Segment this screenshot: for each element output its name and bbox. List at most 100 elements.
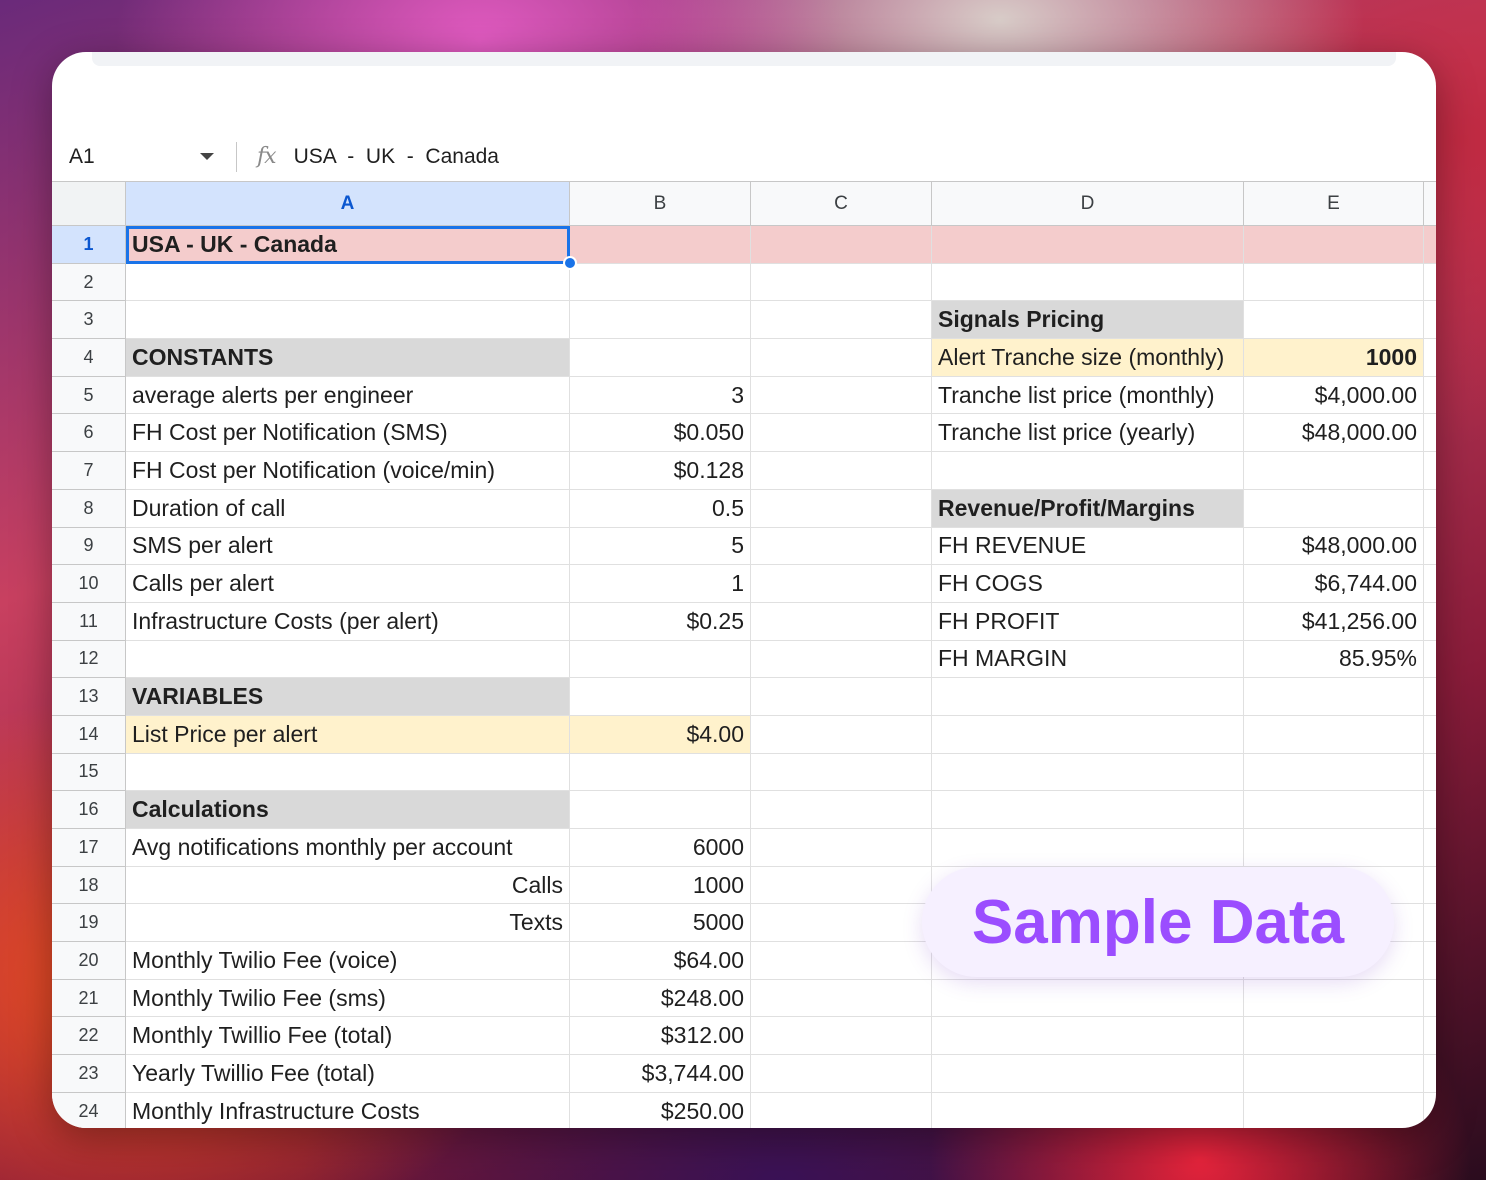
row-header[interactable]: 23 bbox=[52, 1055, 126, 1093]
row-header[interactable]: 8 bbox=[52, 489, 126, 528]
row-header[interactable]: 24 bbox=[52, 1092, 126, 1128]
formula-input[interactable]: USA - UK - Canada bbox=[294, 145, 499, 169]
row-header[interactable]: 1 bbox=[52, 226, 126, 264]
cell-a[interactable] bbox=[126, 301, 570, 340]
cell-e[interactable]: $6,744.00 bbox=[1244, 565, 1424, 603]
cell-e[interactable]: 85.95% bbox=[1244, 640, 1424, 679]
cell-e[interactable] bbox=[1244, 301, 1424, 340]
cell-d[interactable] bbox=[932, 226, 1244, 264]
cell-e[interactable]: $48,000.00 bbox=[1244, 414, 1424, 453]
cell-b[interactable]: $4.00 bbox=[570, 715, 751, 754]
cell-b[interactable]: $248.00 bbox=[570, 979, 751, 1018]
cell-a[interactable] bbox=[126, 640, 570, 679]
cell-d[interactable]: Revenue/Profit/Margins bbox=[932, 489, 1244, 528]
cell-a[interactable]: Monthly Twilio Fee (sms) bbox=[126, 979, 570, 1018]
cell-c[interactable] bbox=[751, 678, 932, 716]
row-header[interactable]: 13 bbox=[52, 678, 126, 716]
cell-b[interactable]: 1 bbox=[570, 565, 751, 603]
cell-e[interactable] bbox=[1244, 263, 1424, 302]
row-header[interactable]: 11 bbox=[52, 602, 126, 641]
cell-d[interactable]: Tranche list price (yearly) bbox=[932, 414, 1244, 453]
cell-b[interactable]: $3,744.00 bbox=[570, 1055, 751, 1093]
cell-d[interactable]: FH REVENUE bbox=[932, 527, 1244, 566]
cell-d[interactable] bbox=[932, 1055, 1244, 1093]
cell-a[interactable]: FH Cost per Notification (SMS) bbox=[126, 414, 570, 453]
cell-d[interactable]: FH PROFIT bbox=[932, 602, 1244, 641]
cell-b[interactable]: $312.00 bbox=[570, 1017, 751, 1056]
cell-d[interactable] bbox=[932, 715, 1244, 754]
cell-b[interactable]: 0.5 bbox=[570, 489, 751, 528]
column-header-d[interactable]: D bbox=[932, 182, 1244, 226]
chevron-down-icon[interactable] bbox=[200, 153, 214, 160]
cell-a[interactable]: SMS per alert bbox=[126, 527, 570, 566]
cell-b[interactable] bbox=[570, 678, 751, 716]
select-all-corner[interactable] bbox=[52, 182, 126, 226]
cell-b[interactable]: 1000 bbox=[570, 866, 751, 905]
cell-d[interactable] bbox=[932, 678, 1244, 716]
cell-b[interactable] bbox=[570, 301, 751, 340]
cell-a[interactable]: Avg notifications monthly per account bbox=[126, 829, 570, 867]
cell-e[interactable] bbox=[1244, 753, 1424, 792]
cell-b[interactable]: 3 bbox=[570, 376, 751, 415]
cell-a[interactable]: Monthly Twillio Fee (total) bbox=[126, 1017, 570, 1056]
cell-c[interactable] bbox=[751, 1017, 932, 1056]
cell-e[interactable] bbox=[1244, 715, 1424, 754]
cell-c[interactable] bbox=[751, 1092, 932, 1128]
cell-b[interactable] bbox=[570, 640, 751, 679]
cell-e[interactable] bbox=[1244, 678, 1424, 716]
column-header-c[interactable]: C bbox=[751, 182, 932, 226]
cell-e[interactable]: 1000 bbox=[1244, 339, 1424, 377]
cell-a[interactable]: Monthly Infrastructure Costs bbox=[126, 1092, 570, 1128]
cell-b[interactable] bbox=[570, 791, 751, 829]
cell-a[interactable]: Calls bbox=[126, 866, 570, 905]
cell-a[interactable]: Yearly Twillio Fee (total) bbox=[126, 1055, 570, 1093]
cell-e[interactable] bbox=[1244, 1055, 1424, 1093]
row-header[interactable]: 5 bbox=[52, 376, 126, 415]
cell-c[interactable] bbox=[751, 640, 932, 679]
cell-e[interactable] bbox=[1244, 489, 1424, 528]
row-header[interactable]: 9 bbox=[52, 527, 126, 566]
cell-b[interactable] bbox=[570, 339, 751, 377]
cell-d[interactable]: FH COGS bbox=[932, 565, 1244, 603]
row-header[interactable]: 20 bbox=[52, 942, 126, 980]
selection-fill-handle[interactable] bbox=[563, 256, 577, 270]
cell-b[interactable] bbox=[570, 753, 751, 792]
cell-d[interactable] bbox=[932, 829, 1244, 867]
cell-a[interactable] bbox=[126, 263, 570, 302]
cell-c[interactable] bbox=[751, 527, 932, 566]
row-header[interactable]: 14 bbox=[52, 715, 126, 754]
cell-c[interactable] bbox=[751, 452, 932, 490]
cell-c[interactable] bbox=[751, 602, 932, 641]
cell-b[interactable]: $0.128 bbox=[570, 452, 751, 490]
cell-d[interactable]: Tranche list price (monthly) bbox=[932, 376, 1244, 415]
cell-c[interactable] bbox=[751, 376, 932, 415]
cell-c[interactable] bbox=[751, 565, 932, 603]
cell-b[interactable]: $0.25 bbox=[570, 602, 751, 641]
cell-c[interactable] bbox=[751, 791, 932, 829]
cell-c[interactable] bbox=[751, 866, 932, 905]
row-header[interactable]: 18 bbox=[52, 866, 126, 905]
row-header[interactable]: 19 bbox=[52, 904, 126, 943]
cell-c[interactable] bbox=[751, 904, 932, 943]
cell-b[interactable] bbox=[570, 226, 751, 264]
row-header[interactable]: 17 bbox=[52, 829, 126, 867]
cell-d[interactable] bbox=[932, 979, 1244, 1018]
column-header-a[interactable]: A bbox=[126, 182, 570, 226]
cell-c[interactable] bbox=[751, 829, 932, 867]
cell-c[interactable] bbox=[751, 1055, 932, 1093]
row-header[interactable]: 10 bbox=[52, 565, 126, 603]
row-header[interactable]: 21 bbox=[52, 979, 126, 1018]
row-header[interactable]: 15 bbox=[52, 753, 126, 792]
cell-c[interactable] bbox=[751, 301, 932, 340]
cell-b[interactable]: 6000 bbox=[570, 829, 751, 867]
cell-e[interactable]: $48,000.00 bbox=[1244, 527, 1424, 566]
cell-e[interactable] bbox=[1244, 226, 1424, 264]
row-header[interactable]: 3 bbox=[52, 301, 126, 340]
name-box[interactable]: A1 bbox=[52, 132, 236, 181]
cell-c[interactable] bbox=[751, 715, 932, 754]
row-header[interactable]: 16 bbox=[52, 791, 126, 829]
row-header[interactable]: 12 bbox=[52, 640, 126, 679]
cell-a[interactable]: USA - UK - Canada bbox=[126, 226, 570, 264]
cell-a[interactable]: average alerts per engineer bbox=[126, 376, 570, 415]
cell-c[interactable] bbox=[751, 942, 932, 980]
